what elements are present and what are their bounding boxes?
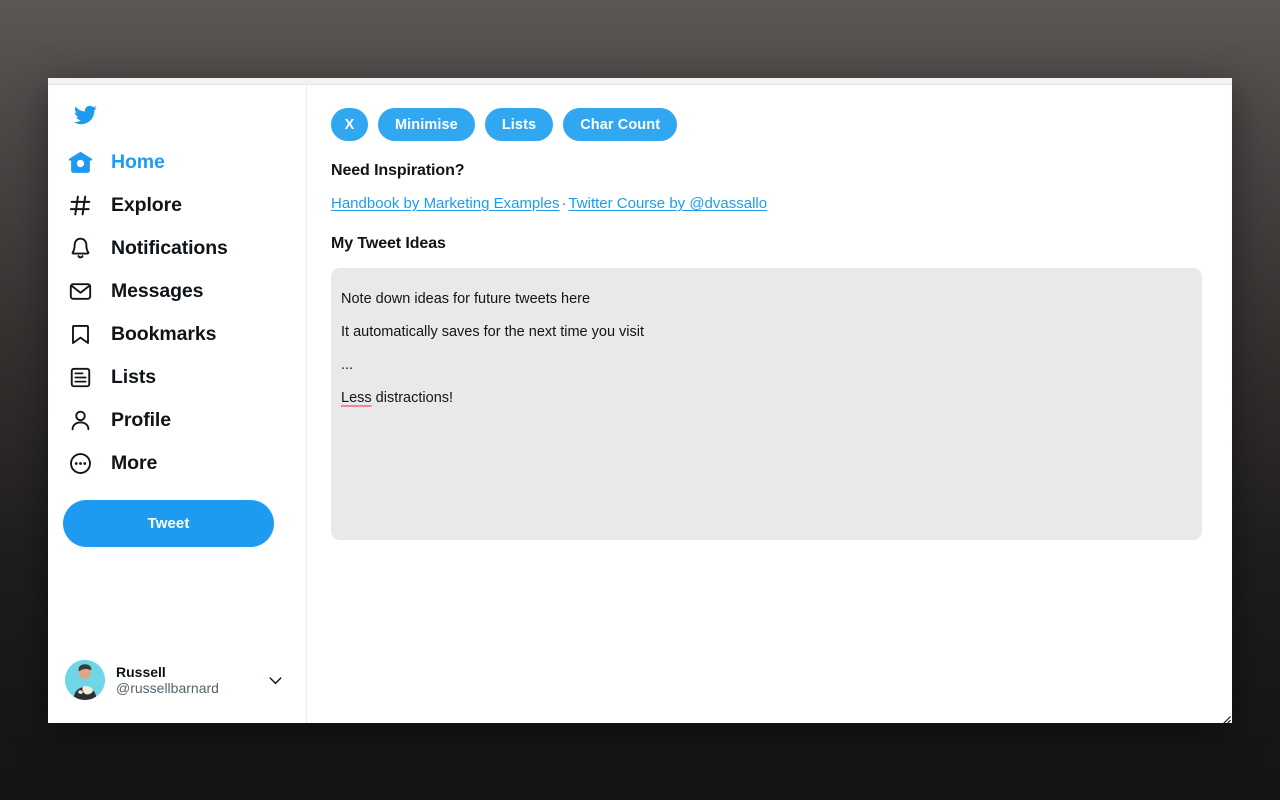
main-content: X Minimise Lists Char Count Need Inspira… [307, 85, 1232, 723]
sidebar-item-label: Messages [111, 280, 204, 302]
sidebar-item-label: Explore [111, 194, 182, 216]
sidebar-item-label: Notifications [111, 237, 228, 259]
person-icon [67, 408, 93, 434]
sidebar-item-notifications[interactable]: Notifications [63, 227, 278, 270]
chevron-down-icon[interactable] [265, 672, 285, 689]
idea-line: Note down ideas for future tweets here [341, 291, 591, 307]
sidebar-item-label: Lists [111, 366, 157, 388]
inspiration-links: Handbook by Marketing Examples · Twitter C… [331, 195, 1208, 212]
ideas-heading: My Tweet Ideas [331, 235, 446, 252]
lists-button[interactable]: Lists [484, 108, 554, 141]
sidebar-item-messages[interactable]: Messages [63, 270, 278, 313]
sidebar-item-label: Profile [111, 409, 171, 431]
sidebar-item-explore[interactable]: Explore [63, 184, 278, 227]
desktop-backdrop: Home Explore Notifications Messages Book… [0, 0, 1280, 800]
bell-icon [67, 236, 93, 262]
tweet-ideas-textarea[interactable]: Note down ideas for future tweets here It… [331, 268, 1202, 540]
account-switcher[interactable]: Russell @russellbarnard [65, 653, 291, 707]
resize-grip[interactable] [1220, 711, 1231, 724]
idea-line-rest: distractions! [371, 390, 454, 406]
minimise-button[interactable]: Minimise [378, 108, 475, 141]
account-handle: @russellbarnard [116, 680, 219, 696]
sidebar-item-bookmarks[interactable]: Bookmarks [63, 313, 278, 356]
hashtag-icon [67, 193, 93, 219]
home-icon [67, 150, 93, 176]
sidebar-nav: Home Explore Notifications Messages Book… [63, 141, 306, 485]
account-display-name: Russell [116, 663, 166, 680]
sidebar-item-label: Home [111, 151, 165, 173]
envelope-icon [67, 279, 93, 305]
sidebar-item-profile[interactable]: Profile [63, 399, 278, 442]
sidebar-item-more[interactable]: More [63, 442, 278, 485]
inspiration-heading: Need Inspiration? [331, 162, 465, 179]
sidebar-item-label: Bookmarks [111, 323, 217, 345]
list-icon [67, 365, 93, 391]
bookmark-icon [67, 322, 93, 348]
close-button[interactable]: X [331, 108, 368, 141]
toolbar: X Minimise Lists Char Count [331, 108, 1208, 141]
more-circle-icon [67, 451, 93, 477]
sidebar: Home Explore Notifications Messages Book… [48, 85, 307, 723]
twitter-course-link[interactable]: Twitter Course by @dvassallo [568, 195, 767, 212]
handbook-link[interactable]: Handbook by Marketing Examples [331, 195, 559, 212]
idea-line: It automatically saves for the next time… [341, 324, 645, 340]
tweet-button[interactable]: Tweet [63, 500, 274, 547]
window-title-bar [48, 78, 1232, 85]
sidebar-item-home[interactable]: Home [63, 141, 278, 184]
account-names: Russell @russellbarnard [116, 664, 254, 696]
char-count-button[interactable]: Char Count [563, 108, 678, 141]
sidebar-item-lists[interactable]: Lists [63, 356, 278, 399]
idea-line: Less distractions! [341, 382, 1190, 415]
idea-line: ... [341, 357, 354, 373]
app-window: Home Explore Notifications Messages Book… [48, 78, 1232, 724]
misspelled-word: Less [341, 390, 372, 406]
avatar [65, 660, 105, 700]
window-body: Home Explore Notifications Messages Book… [48, 85, 1232, 724]
sidebar-item-label: More [111, 452, 158, 474]
twitter-bird-icon[interactable] [68, 98, 102, 132]
